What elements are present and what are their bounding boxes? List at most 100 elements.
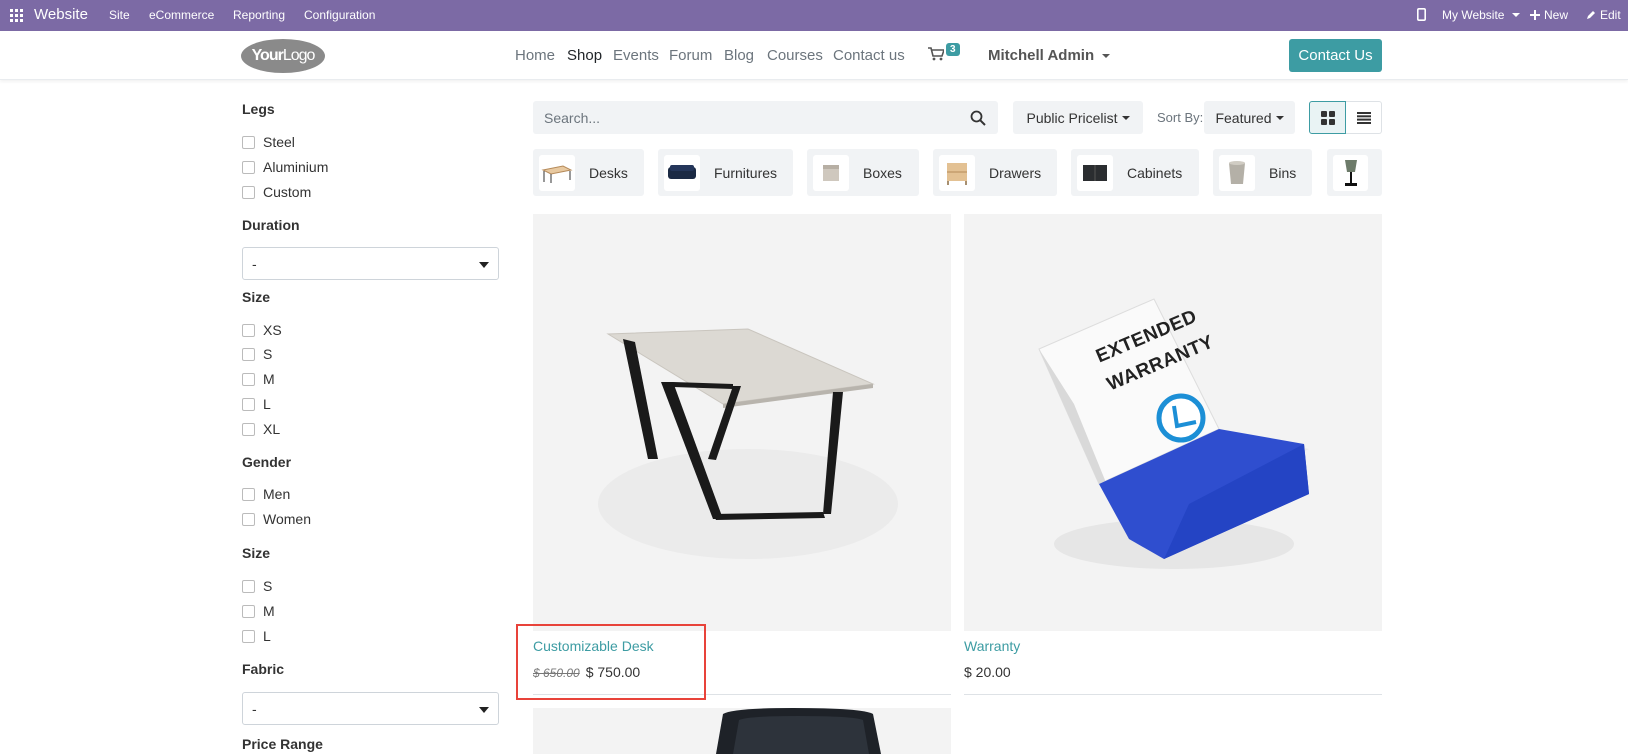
product-price-warranty: $ 20.00 <box>964 664 1011 680</box>
checkbox[interactable] <box>242 185 255 199</box>
pricelist-dropdown[interactable]: Public Pricelist <box>1013 101 1143 134</box>
warranty-box-image-icon <box>964 214 1382 631</box>
box-thumbnail-icon <box>813 154 849 191</box>
menu-ecommerce[interactable]: eCommerce <box>149 8 214 22</box>
nav-home[interactable]: Home <box>515 47 555 64</box>
checkbox[interactable] <box>242 397 255 411</box>
checkbox-label: Men <box>263 486 291 502</box>
fabric-select-value: - <box>252 701 257 717</box>
category-drawers[interactable]: Drawers <box>933 149 1057 196</box>
search-input[interactable]: Search... <box>533 101 998 134</box>
filter-gender-title: Gender <box>242 454 292 470</box>
product-name-warranty[interactable]: Warranty <box>964 638 1020 654</box>
checkbox[interactable] <box>242 487 255 501</box>
filter-size-l[interactable]: L <box>242 396 271 412</box>
contact-us-button[interactable]: Contact Us <box>1289 39 1382 72</box>
product-image-chair[interactable] <box>533 708 951 754</box>
nav-contact-us[interactable]: Contact us <box>833 47 905 64</box>
pricelist-label: Public Pricelist <box>1026 109 1118 126</box>
desk-thumbnail-icon <box>539 154 575 191</box>
my-website-label: My Website <box>1442 8 1505 22</box>
checkbox[interactable] <box>242 512 255 526</box>
fabric-select[interactable]: - <box>242 692 499 725</box>
filter-size-m[interactable]: M <box>242 371 275 387</box>
nav-courses[interactable]: Courses <box>767 47 823 64</box>
chevron-down-icon <box>1275 115 1284 120</box>
mobile-preview-icon[interactable] <box>1417 8 1426 21</box>
category-bins[interactable]: Bins <box>1213 149 1312 196</box>
new-button[interactable]: New <box>1530 8 1568 22</box>
bin-thumbnail-icon <box>1219 154 1255 191</box>
edit-button[interactable]: Edit <box>1586 8 1621 22</box>
category-label: Cabinets <box>1127 164 1183 181</box>
filter-size2-s[interactable]: S <box>242 578 272 594</box>
plus-icon <box>1530 10 1540 20</box>
checkbox-label: L <box>263 628 271 644</box>
filter-price-range-title: Price Range <box>242 736 323 752</box>
category-desks[interactable]: Desks <box>533 149 644 196</box>
checkbox-label: Women <box>263 511 311 527</box>
nav-blog[interactable]: Blog <box>724 47 754 64</box>
my-website-dropdown[interactable]: My Website <box>1442 8 1521 22</box>
filter-size2-l[interactable]: L <box>242 628 271 644</box>
sofa-thumbnail-icon <box>664 154 700 191</box>
menu-reporting[interactable]: Reporting <box>233 8 285 22</box>
nav-shop[interactable]: Shop <box>567 47 602 64</box>
list-view-button[interactable] <box>1346 101 1382 134</box>
search-icon[interactable] <box>970 110 986 126</box>
category-label: Desks <box>589 164 628 181</box>
checkbox[interactable] <box>242 604 255 618</box>
logo-text-your: Your <box>251 47 284 64</box>
list-view-icon <box>1356 111 1371 124</box>
filter-legs-steel[interactable]: Steel <box>242 134 295 150</box>
search-placeholder: Search... <box>544 110 601 126</box>
duration-select-value: - <box>252 256 257 272</box>
filter-size-xs[interactable]: XS <box>242 322 282 338</box>
filter-size-s[interactable]: S <box>242 346 272 362</box>
duration-select[interactable]: - <box>242 247 499 280</box>
filter-size2-m[interactable]: M <box>242 603 275 619</box>
sort-dropdown[interactable]: Featured <box>1204 101 1295 134</box>
category-lamps[interactable] <box>1327 149 1382 196</box>
checkbox[interactable] <box>242 323 255 337</box>
filter-gender-women[interactable]: Women <box>242 511 311 527</box>
topbar-brand[interactable]: Website <box>34 6 88 23</box>
checkbox[interactable] <box>242 347 255 361</box>
checkbox-label: S <box>263 578 273 594</box>
category-cabinets[interactable]: Cabinets <box>1071 149 1199 196</box>
menu-site[interactable]: Site <box>109 8 130 22</box>
card-divider <box>964 694 1382 695</box>
checkbox[interactable] <box>242 135 255 149</box>
checkbox[interactable] <box>242 372 255 386</box>
checkbox[interactable] <box>242 579 255 593</box>
site-logo[interactable]: Your Logo <box>241 39 325 73</box>
chevron-down-icon <box>1121 115 1130 120</box>
dropdown-arrow-icon <box>479 707 489 713</box>
nav-forum[interactable]: Forum <box>669 47 712 64</box>
filter-duration-title: Duration <box>242 217 300 233</box>
menu-configuration[interactable]: Configuration <box>304 8 375 22</box>
category-furnitures[interactable]: Furnitures <box>658 149 793 196</box>
filter-gender-men[interactable]: Men <box>242 486 290 502</box>
checkbox[interactable] <box>242 160 255 174</box>
user-name: Mitchell Admin <box>988 47 1095 64</box>
drawer-thumbnail-icon <box>939 154 975 191</box>
filter-legs-aluminium[interactable]: Aluminium <box>242 159 328 175</box>
nav-events[interactable]: Events <box>613 47 659 64</box>
apps-grid-icon[interactable] <box>10 9 23 22</box>
checkbox[interactable] <box>242 629 255 643</box>
product-image-desk[interactable] <box>533 214 951 631</box>
product-image-warranty[interactable]: EXTENDED WARRANTY <box>964 214 1382 631</box>
checkbox-label: XS <box>263 322 282 338</box>
cart-icon[interactable] <box>928 47 944 61</box>
filter-size-xl[interactable]: XL <box>242 421 280 437</box>
category-boxes[interactable]: Boxes <box>807 149 919 196</box>
checkbox[interactable] <box>242 422 255 436</box>
user-menu[interactable]: Mitchell Admin <box>988 47 1111 64</box>
filter-legs-custom[interactable]: Custom <box>242 184 311 200</box>
pencil-icon <box>1587 11 1595 19</box>
desk-image-icon <box>533 214 951 631</box>
filter-fabric-title: Fabric <box>242 661 285 677</box>
category-label: Bins <box>1269 164 1297 181</box>
grid-view-button[interactable] <box>1309 101 1346 134</box>
